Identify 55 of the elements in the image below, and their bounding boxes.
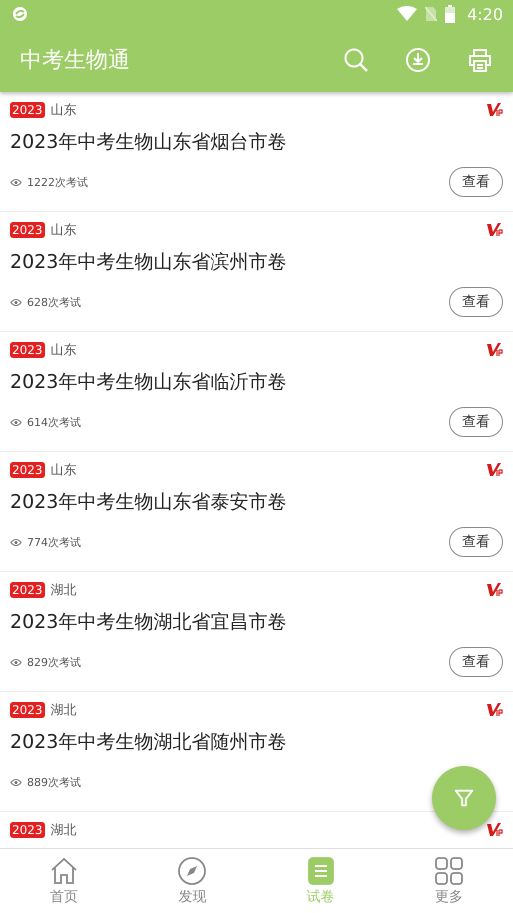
attempt-count: 614次考试: [27, 414, 81, 430]
paper-title[interactable]: 2023年中考生物湖北省宜昌市卷: [10, 608, 503, 636]
eye-icon: [10, 658, 22, 666]
attempt-count: 774次考试: [27, 534, 81, 550]
compass-icon: [177, 856, 208, 886]
year-tag: 2023: [10, 342, 45, 358]
region-label: 湖北: [50, 582, 77, 599]
view-button[interactable]: 查看: [449, 527, 503, 557]
region-label: 山东: [50, 462, 77, 479]
view-button[interactable]: 查看: [449, 167, 503, 197]
download-icon[interactable]: [405, 47, 431, 73]
region-label: 湖北: [50, 822, 77, 839]
search-icon[interactable]: [343, 47, 369, 73]
eye-icon: [10, 538, 22, 546]
year-tag: 2023: [10, 702, 45, 718]
year-tag: 2023: [10, 222, 45, 238]
document-list-icon: [306, 856, 336, 886]
nav-tab[interactable]: 更多: [384, 849, 513, 913]
attempt-count: 829次考试: [27, 654, 81, 670]
year-tag: 2023: [10, 462, 45, 478]
no-sim-icon: [425, 6, 438, 22]
paper-title[interactable]: 2023年中考生物湖北省随州市卷: [10, 728, 503, 756]
paper-title[interactable]: 2023年中考生物山东省泰安市卷: [10, 488, 503, 516]
year-tag: 2023: [10, 582, 45, 598]
attempt-count: 889次考试: [27, 774, 81, 790]
region-label: 山东: [50, 222, 77, 239]
paper-title[interactable]: 2023年中考生物山东省滨州市卷: [10, 248, 503, 276]
eye-icon: [10, 178, 22, 186]
app-title: 中考生物通: [20, 47, 130, 75]
eye-icon: [10, 778, 22, 786]
region-label: 湖北: [50, 702, 77, 719]
view-button[interactable]: 查看: [449, 287, 503, 317]
nav-tab[interactable]: 发现: [128, 849, 256, 913]
view-button[interactable]: 查看: [449, 647, 503, 677]
app-status-icon: [12, 6, 28, 22]
attempt-count: 628次考试: [27, 294, 81, 310]
battery-icon: [445, 5, 456, 23]
region-label: 山东: [50, 342, 77, 359]
filter-button[interactable]: [432, 766, 496, 830]
view-button[interactable]: 查看: [449, 407, 503, 437]
print-icon[interactable]: [467, 47, 493, 73]
nav-tab[interactable]: 首页: [0, 849, 128, 913]
year-tag: 2023: [10, 822, 45, 838]
filter-icon: [453, 787, 475, 809]
region-label: 山东: [50, 102, 77, 119]
grid-icon: [434, 856, 464, 886]
attempt-count: 1222次考试: [27, 174, 88, 190]
paper-title[interactable]: 2023年中考生物山东省烟台市卷: [10, 128, 503, 156]
eye-icon: [10, 418, 22, 426]
eye-icon: [10, 298, 22, 306]
home-icon: [49, 856, 80, 886]
year-tag: 2023: [10, 102, 45, 118]
paper-title[interactable]: 2023年中考生物山东省临沂市卷: [10, 368, 503, 396]
wifi-icon: [397, 6, 418, 22]
clock: 4:20: [467, 4, 503, 24]
